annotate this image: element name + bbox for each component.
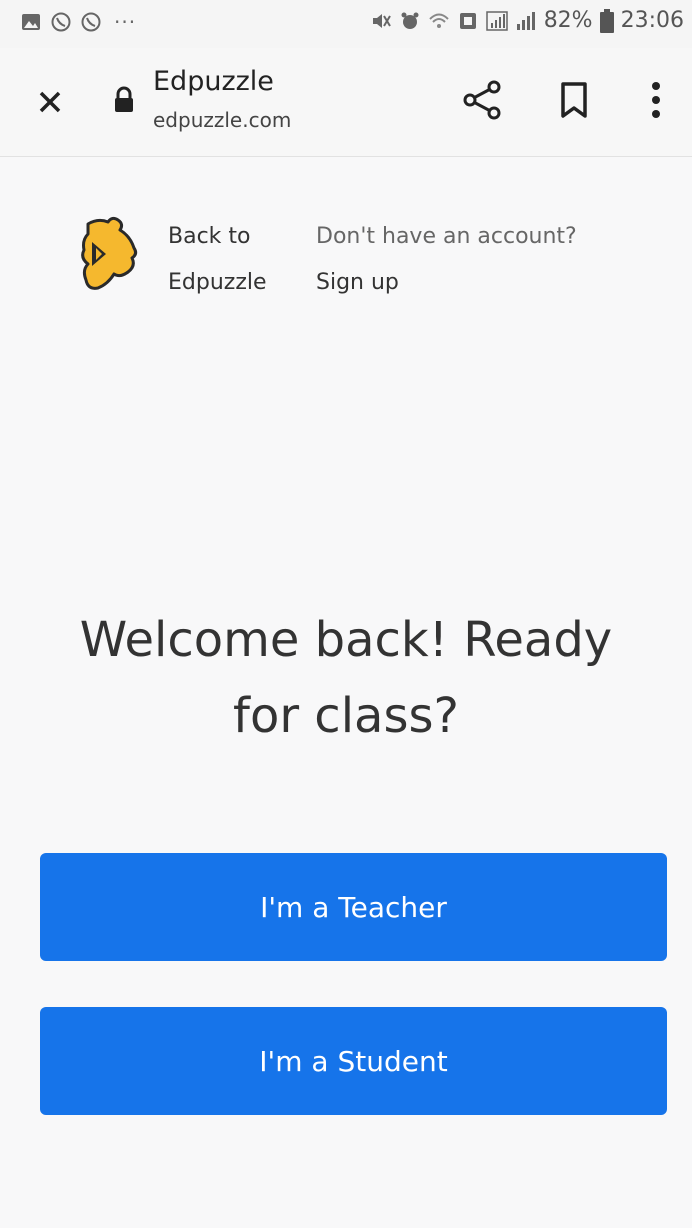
edpuzzle-logo-icon[interactable] bbox=[78, 214, 142, 294]
signup-link[interactable]: Sign up bbox=[316, 260, 577, 306]
back-link-line2: Edpuzzle bbox=[168, 270, 267, 295]
student-button[interactable]: I'm a Student bbox=[40, 1007, 667, 1115]
wifi-icon bbox=[428, 13, 449, 28]
more-vert-icon[interactable] bbox=[640, 76, 672, 124]
nfc-icon bbox=[459, 12, 476, 29]
status-right: 82% 23:06 bbox=[370, 8, 684, 33]
signal-icon bbox=[485, 10, 508, 31]
headline-line2: for class? bbox=[233, 688, 459, 744]
back-to-edpuzzle-link[interactable]: Back to Edpuzzle bbox=[168, 214, 267, 306]
back-link-line1: Back to bbox=[168, 224, 251, 249]
share-icon[interactable] bbox=[460, 78, 504, 122]
gallery-icon bbox=[22, 14, 40, 30]
more-notifications: ··· bbox=[114, 10, 137, 34]
page-title: Edpuzzle bbox=[153, 66, 274, 97]
browser-toolbar: Edpuzzle edpuzzle.com bbox=[0, 48, 692, 157]
clock: 23:06 bbox=[620, 8, 684, 33]
alarm-icon bbox=[401, 12, 419, 29]
battery-icon bbox=[599, 8, 614, 33]
mute-icon bbox=[372, 13, 391, 28]
lock-icon bbox=[115, 86, 133, 112]
page-url[interactable]: edpuzzle.com bbox=[153, 108, 291, 132]
status-left: ··· bbox=[20, 10, 136, 34]
signal-bars-icon bbox=[516, 11, 535, 30]
viber-icon bbox=[51, 12, 71, 32]
bookmark-icon[interactable] bbox=[556, 80, 592, 120]
welcome-headline: Welcome back! Ready for class? bbox=[0, 602, 692, 754]
headline-line1: Welcome back! Ready bbox=[79, 612, 613, 668]
status-bar: ··· 82% 23:06 bbox=[0, 0, 692, 48]
battery-percent: 82% bbox=[543, 8, 593, 33]
teacher-button[interactable]: I'm a Teacher bbox=[40, 853, 667, 961]
close-icon[interactable] bbox=[30, 82, 70, 122]
no-account-text: Don't have an account? bbox=[316, 224, 577, 249]
viber-icon bbox=[81, 12, 101, 32]
account-prompt: Don't have an account? Sign up bbox=[316, 214, 577, 306]
